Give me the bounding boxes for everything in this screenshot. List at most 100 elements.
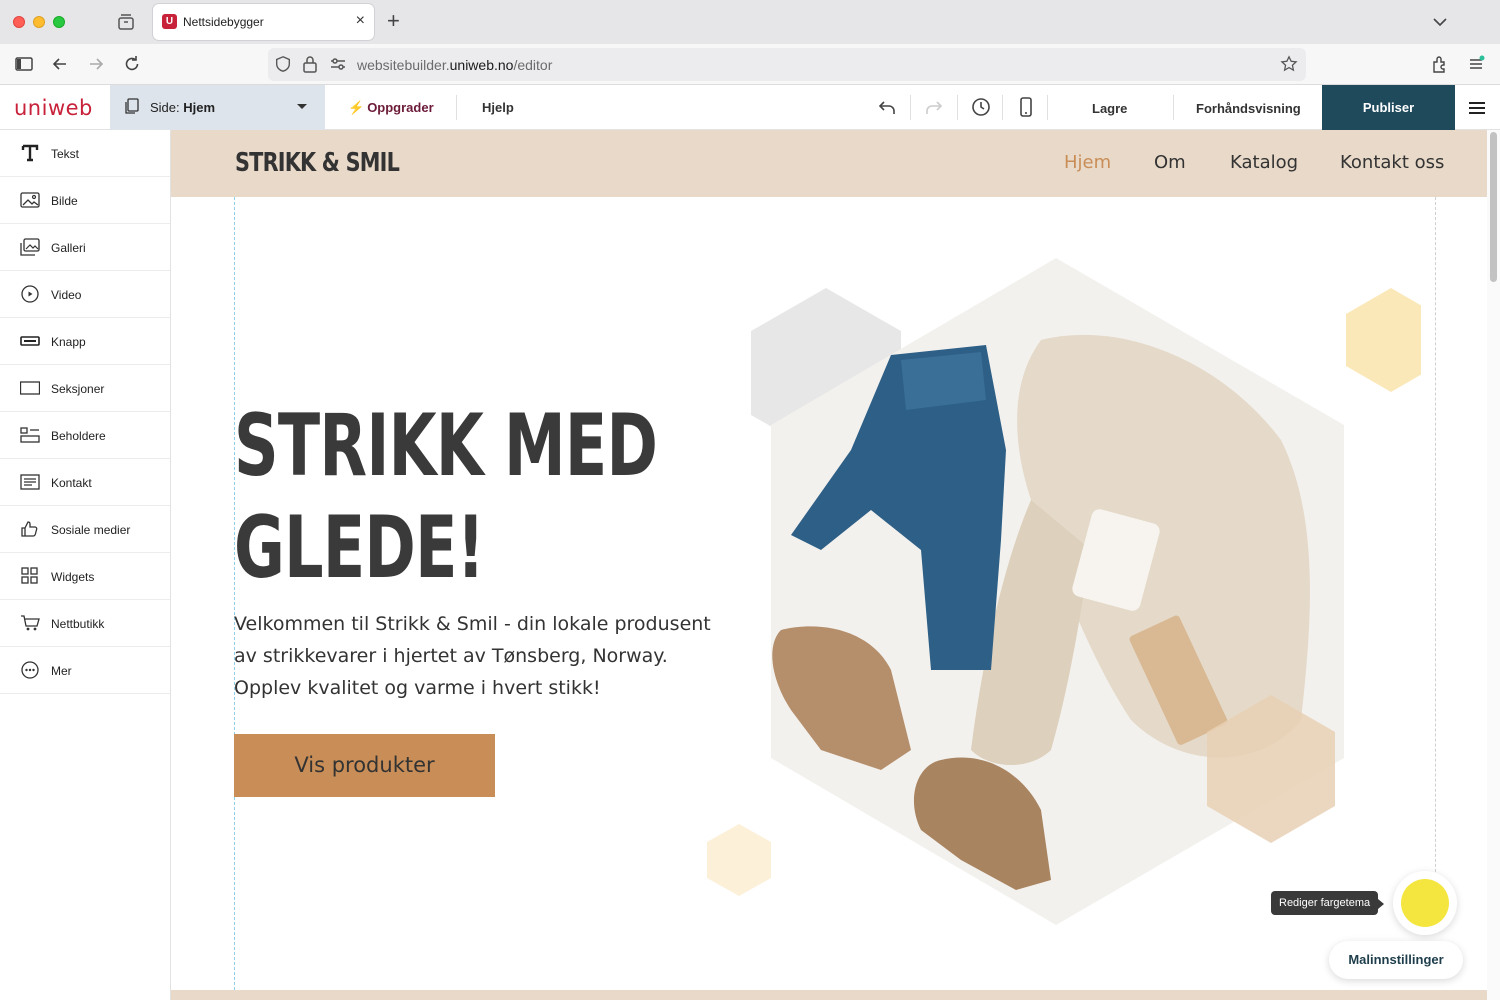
sidebar-item-sections[interactable]: Seksjoner: [0, 365, 170, 412]
sidebar-item-image[interactable]: Bilde: [0, 177, 170, 224]
sidebar-item-label: Nettbutikk: [51, 617, 105, 631]
url-text[interactable]: websitebuilder.uniweb.no/editor: [357, 57, 552, 73]
browser-toolbar: websitebuilder.uniweb.no/editor: [0, 44, 1500, 85]
browser-tab[interactable]: U Nettsidebygger ×: [153, 4, 374, 40]
divider: [1173, 95, 1174, 120]
sidebar-item-video[interactable]: Video: [0, 271, 170, 318]
hero-image[interactable]: [701, 250, 1421, 950]
image-icon: [20, 192, 40, 208]
back-icon[interactable]: [50, 54, 70, 74]
divider: [1002, 95, 1003, 120]
sidebar-item-label: Bilde: [51, 194, 78, 208]
sidebar-item-containers[interactable]: Beholdere: [0, 412, 170, 459]
sidebar-item-label: Kontakt: [51, 476, 92, 490]
sidebar-item-label: Sosiale medier: [51, 523, 131, 537]
sidebar-item-label: Tekst: [51, 147, 80, 161]
reload-icon[interactable]: [122, 54, 142, 74]
bolt-icon: ⚡: [348, 100, 365, 115]
sidebar-item-more[interactable]: Mer: [0, 647, 170, 694]
cart-icon: [21, 615, 40, 631]
uniweb-logo[interactable]: uniweb: [14, 96, 93, 120]
hexagon-shape: [1346, 288, 1421, 392]
gallery-icon: [20, 238, 40, 256]
lock-icon[interactable]: [302, 55, 318, 73]
site-logo[interactable]: STRIKK & SMIL: [235, 148, 400, 178]
palette-icon: [1401, 879, 1449, 927]
new-tab-icon[interactable]: +: [387, 10, 400, 32]
browser-tab-bar: U Nettsidebygger × +: [0, 0, 1500, 44]
hexagon-shape: [707, 824, 771, 896]
site-header[interactable]: STRIKK & SMIL Hjem Om Katalog Kontakt os…: [171, 130, 1487, 197]
favicon-icon: U: [162, 14, 177, 29]
template-settings-button[interactable]: Malinnstillinger: [1329, 941, 1463, 979]
elements-sidebar: Tekst Bilde Galleri Video Knapp Seksjone…: [0, 130, 171, 1000]
sidebar-item-label: Knapp: [51, 335, 86, 349]
undo-icon[interactable]: [876, 96, 898, 118]
text-icon: [21, 144, 39, 162]
hero-paragraph[interactable]: Velkommen til Strikk & Smil - din lokale…: [234, 608, 714, 704]
permissions-icon[interactable]: [329, 56, 347, 72]
hero-heading[interactable]: STRIKK MED GLEDE!: [234, 395, 738, 599]
sidebar-item-shop[interactable]: Nettbutikk: [0, 600, 170, 647]
redo-icon[interactable]: [923, 96, 945, 118]
sidebar-item-button[interactable]: Knapp: [0, 318, 170, 365]
page-selector-label: Side: Hjem: [150, 100, 216, 115]
extensions-icon[interactable]: [1430, 54, 1450, 74]
hamburger-menu-icon[interactable]: [1469, 101, 1485, 115]
contact-icon: [20, 474, 40, 490]
color-theme-button[interactable]: [1393, 871, 1457, 935]
history-icon[interactable]: [970, 96, 992, 118]
sidebar-item-contact[interactable]: Kontakt: [0, 459, 170, 506]
minimize-window-button[interactable]: [33, 16, 45, 28]
next-section-strip: [171, 990, 1487, 1000]
editor-canvas[interactable]: STRIKK & SMIL Hjem Om Katalog Kontakt os…: [171, 130, 1487, 1000]
sidebar-item-widgets[interactable]: Widgets: [0, 553, 170, 600]
forward-icon[interactable]: [86, 54, 106, 74]
divider: [1047, 95, 1048, 120]
containers-icon: [20, 427, 40, 443]
tab-title: Nettsidebygger: [183, 15, 264, 29]
site-nav-home[interactable]: Hjem: [1064, 152, 1111, 173]
sidebar-item-gallery[interactable]: Galleri: [0, 224, 170, 271]
publish-button[interactable]: Publiser: [1322, 85, 1455, 130]
preview-button[interactable]: Forhåndsvisning: [1196, 101, 1301, 116]
sidebar-item-label: Video: [51, 288, 82, 302]
upgrade-button[interactable]: ⚡ Oppgrader: [348, 100, 434, 116]
divider: [957, 95, 958, 120]
editor-toolbar: uniweb Side: Hjem ⚡ Oppgrader Hjelp Lagre…: [0, 85, 1500, 130]
mobile-view-icon[interactable]: [1015, 96, 1037, 118]
site-nav-catalog[interactable]: Katalog: [1230, 152, 1298, 173]
sidebar-toggle-icon[interactable]: [14, 54, 34, 74]
sections-icon: [20, 381, 40, 395]
scrollbar-thumb[interactable]: [1490, 132, 1497, 282]
tab-groups-icon[interactable]: [116, 12, 136, 32]
chevron-down-icon[interactable]: [1430, 12, 1450, 32]
widgets-icon: [21, 567, 38, 584]
sidebar-item-label: Beholdere: [51, 429, 106, 443]
bookmark-star-icon[interactable]: [1280, 55, 1298, 73]
maximize-window-button[interactable]: [53, 16, 65, 28]
close-tab-icon[interactable]: ×: [356, 12, 365, 30]
site-nav-about[interactable]: Om: [1154, 152, 1186, 173]
sidebar-item-social[interactable]: Sosiale medier: [0, 506, 170, 553]
page-selector[interactable]: Side: Hjem: [110, 85, 325, 130]
sidebar-item-label: Galleri: [51, 241, 86, 255]
shield-icon[interactable]: [274, 55, 292, 73]
save-button[interactable]: Lagre: [1092, 101, 1127, 116]
sidebar-item-label: Seksjoner: [51, 382, 105, 396]
site-nav-contact[interactable]: Kontakt oss: [1340, 152, 1444, 173]
page-icon: [125, 98, 139, 114]
scrollbar[interactable]: [1487, 130, 1500, 1000]
sidebar-item-text[interactable]: Tekst: [0, 130, 170, 177]
menu-icon[interactable]: [1466, 54, 1486, 74]
view-products-button[interactable]: Vis produkter: [234, 734, 495, 797]
caret-down-icon: [297, 104, 307, 109]
video-icon: [21, 285, 39, 303]
sidebar-item-label: Mer: [51, 664, 72, 678]
close-window-button[interactable]: [13, 16, 25, 28]
help-button[interactable]: Hjelp: [482, 100, 514, 115]
thumbs-up-icon: [21, 521, 38, 537]
sidebar-item-label: Widgets: [51, 570, 95, 584]
address-bar[interactable]: websitebuilder.uniweb.no/editor: [268, 48, 1306, 81]
edit-color-theme-tooltip: Rediger fargetema: [1271, 891, 1385, 915]
